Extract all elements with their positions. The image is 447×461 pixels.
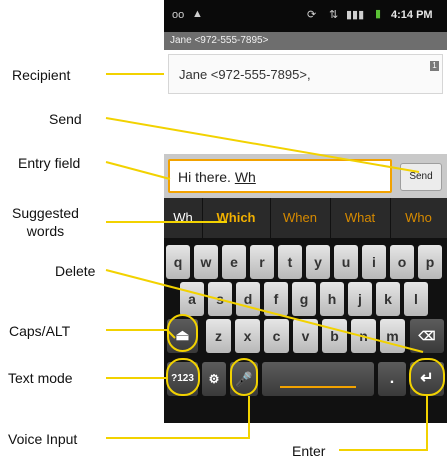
key-o[interactable]: o	[390, 245, 414, 279]
key-e[interactable]: e	[222, 245, 246, 279]
send-button[interactable]: Send	[400, 163, 442, 191]
key-k[interactable]: k	[376, 282, 400, 316]
recipient-count-badge: 1	[430, 61, 439, 71]
signal-icon: ▮▮▮	[346, 9, 365, 21]
key-w[interactable]: w	[194, 245, 218, 279]
text-mode-highlight-marker	[166, 358, 200, 396]
key-x[interactable]: x	[235, 319, 260, 353]
entry-text: Hi there. Wh	[178, 169, 256, 185]
key-v[interactable]: v	[293, 319, 318, 353]
space-bar-indicator	[280, 386, 356, 388]
suggestion-strip: Wh Which When What Who	[164, 198, 447, 238]
key-t[interactable]: t	[278, 245, 302, 279]
suggestion-who[interactable]: Who	[390, 198, 447, 238]
phone-screen: oo ▲ ⟳ ⇅ ▮▮▮ ▮ 4:14 PM Jane <972-555-789…	[164, 0, 447, 423]
voice-highlight-marker	[230, 358, 258, 396]
status-bar: oo ▲ ⟳ ⇅ ▮▮▮ ▮ 4:14 PM	[164, 0, 447, 32]
conversation-title: Jane <972-555-7895>	[164, 32, 447, 50]
settings-icon: ⚙	[208, 372, 220, 386]
key-y[interactable]: y	[306, 245, 330, 279]
delete-key[interactable]: ⌫	[410, 319, 444, 353]
callout-entry-field: Entry field	[18, 155, 81, 171]
space-key[interactable]	[262, 362, 374, 396]
callout-send: Send	[49, 111, 82, 127]
sync-icon: ⟳	[307, 9, 317, 21]
suggestion-what[interactable]: What	[330, 198, 391, 238]
data-icon: ⇅	[329, 9, 339, 21]
key-p[interactable]: p	[418, 245, 442, 279]
message-entry-field[interactable]: Hi there. Wh	[168, 159, 392, 193]
callout-suggested-words: Suggested words	[12, 204, 79, 240]
entry-text-prefix: Hi there.	[178, 169, 235, 185]
suggestion-when[interactable]: When	[270, 198, 331, 238]
key-j[interactable]: j	[348, 282, 372, 316]
key-g[interactable]: g	[292, 282, 316, 316]
callout-caps-alt: Caps/ALT	[9, 323, 71, 339]
backspace-icon: ⌫	[418, 329, 436, 343]
key-m[interactable]: m	[380, 319, 405, 353]
suggestion-which[interactable]: Which	[202, 198, 271, 238]
recipient-value: Jane <972-555-7895>,	[179, 67, 311, 82]
key-a[interactable]: a	[180, 282, 204, 316]
key-c[interactable]: c	[264, 319, 289, 353]
recipient-field[interactable]: Jane <972-555-7895>, 1	[168, 54, 443, 94]
callout-recipient: Recipient	[12, 67, 71, 83]
enter-highlight-marker	[409, 358, 445, 396]
key-r[interactable]: r	[250, 245, 274, 279]
key-b[interactable]: b	[322, 319, 347, 353]
entry-text-composing: Wh	[234, 169, 256, 185]
leader-entry	[105, 161, 171, 180]
compose-bar: Hi there. Wh Send	[164, 154, 447, 198]
key-n[interactable]: n	[351, 319, 376, 353]
usb-debug-icon: ▲	[192, 8, 203, 20]
callout-enter: Enter	[292, 443, 326, 459]
key-u[interactable]: u	[334, 245, 358, 279]
callout-suggested-line1: Suggested	[12, 205, 79, 221]
status-time: 4:14 PM	[391, 9, 433, 21]
key-q[interactable]: q	[166, 245, 190, 279]
voicemail-icon: oo	[172, 9, 185, 21]
key-s[interactable]: s	[208, 282, 232, 316]
caps-highlight-marker	[167, 314, 198, 352]
callout-suggested-line2: words	[26, 223, 65, 239]
settings-key[interactable]: ⚙	[202, 362, 226, 396]
callout-voice-input: Voice Input	[8, 431, 78, 447]
battery-icon: ▮	[375, 8, 382, 20]
suggestion-typed[interactable]: Wh	[164, 198, 203, 238]
key-z[interactable]: z	[206, 319, 231, 353]
key-i[interactable]: i	[362, 245, 386, 279]
soft-keyboard: qwertyuiop asdfghjkl ⏏ ⌫ zxcvbnm ?123 ⚙ …	[164, 238, 447, 423]
key-h[interactable]: h	[320, 282, 344, 316]
key-l[interactable]: l	[404, 282, 428, 316]
callout-text-mode: Text mode	[8, 370, 73, 386]
key-f[interactable]: f	[264, 282, 288, 316]
key-d[interactable]: d	[236, 282, 260, 316]
period-key[interactable]: .	[378, 362, 406, 396]
conversation-area: Jane <972-555-7895>, 1	[164, 50, 447, 154]
callout-delete: Delete	[55, 263, 96, 279]
